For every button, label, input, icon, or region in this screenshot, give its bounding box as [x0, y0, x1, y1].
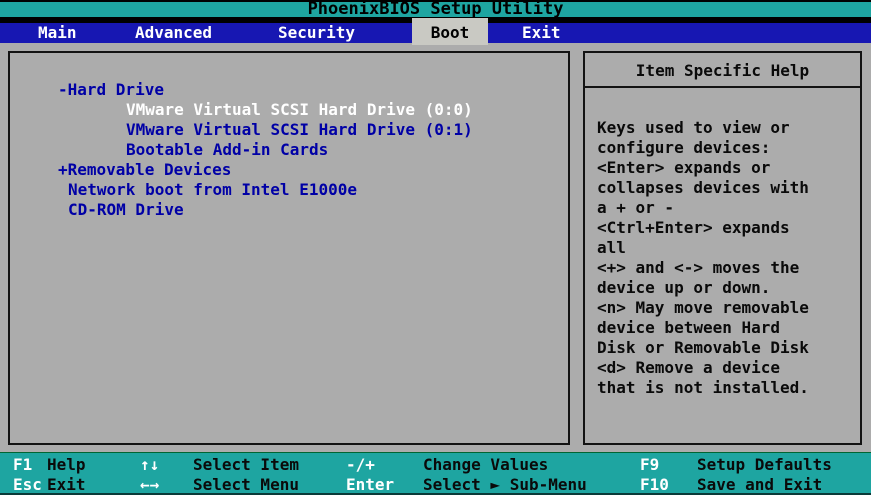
tab-advanced[interactable]: Advanced	[135, 23, 212, 43]
help-line: Disk or Removable Disk	[597, 338, 809, 357]
key-enter-desc: Select ► Sub-Menu	[423, 475, 587, 494]
boot-item-removable-devices[interactable]: +Removable Devices	[10, 160, 568, 180]
help-line: device up or down.	[597, 278, 771, 297]
boot-item-vmware-scsi-0-1[interactable]: VMware Virtual SCSI Hard Drive (0:1)	[10, 120, 568, 140]
key-minus-plus: -/+	[346, 455, 375, 474]
help-line: <Ctrl+Enter> expands	[597, 218, 790, 237]
help-line: configure devices:	[597, 138, 771, 157]
help-line: collapses devices with	[597, 178, 809, 197]
tab-main[interactable]: Main	[38, 23, 77, 43]
legend-row-1: F1 Help ↑↓ Select Item -/+ Change Values…	[0, 455, 871, 475]
key-esc-desc: Exit	[47, 475, 86, 494]
help-title: Item Specific Help	[585, 53, 860, 88]
help-line: <Enter> expands or	[597, 158, 771, 177]
help-line: a + or -	[597, 198, 675, 217]
key-legend-bar: F1 Help ↑↓ Select Item -/+ Change Values…	[0, 452, 871, 495]
help-body: Keys used to view or configure devices: …	[585, 88, 860, 398]
key-up-down-icon: ↑↓	[140, 455, 160, 474]
help-panel: Item Specific Help Keys used to view or …	[583, 51, 862, 445]
help-line: device between Hard	[597, 318, 781, 337]
key-f9: F9	[640, 455, 660, 474]
boot-item-network-boot[interactable]: Network boot from Intel E1000e	[10, 180, 568, 200]
help-line: that is not installed.	[597, 378, 809, 397]
key-minus-plus-desc: Change Values	[423, 455, 549, 474]
key-esc: Esc	[13, 475, 42, 494]
bios-title: PhoenixBIOS Setup Utility	[0, 1, 871, 18]
help-line: all	[597, 238, 626, 257]
tab-exit[interactable]: Exit	[522, 23, 561, 43]
key-enter: Enter	[346, 475, 395, 494]
key-left-right-icon: ←→	[140, 475, 160, 494]
key-f10: F10	[640, 475, 669, 494]
help-line: <n> May move removable	[597, 298, 809, 317]
key-left-right-desc: Select Menu	[193, 475, 299, 494]
boot-item-bootable-addin-cards[interactable]: Bootable Add-in Cards	[10, 140, 568, 160]
legend-row-2: Esc Exit ←→ Select Menu Enter Select ► S…	[0, 475, 871, 495]
key-f10-desc: Save and Exit	[697, 475, 823, 494]
help-line: <d> Remove a device	[597, 358, 781, 377]
key-f1: F1	[13, 455, 33, 474]
boot-item-vmware-scsi-0-0[interactable]: VMware Virtual SCSI Hard Drive (0:0)	[10, 100, 568, 120]
boot-device-list: -Hard Drive VMware Virtual SCSI Hard Dri…	[8, 51, 570, 445]
key-f9-desc: Setup Defaults	[697, 455, 832, 474]
tab-security[interactable]: Security	[278, 23, 355, 43]
key-up-down-desc: Select Item	[193, 455, 299, 474]
tab-boot[interactable]: Boot	[412, 18, 488, 45]
key-f1-desc: Help	[47, 455, 86, 474]
help-line: Keys used to view or	[597, 118, 790, 137]
boot-item-hard-drive[interactable]: -Hard Drive	[10, 80, 568, 100]
boot-item-cdrom-drive[interactable]: CD-ROM Drive	[10, 200, 568, 220]
help-line: <+> and <-> moves the	[597, 258, 800, 277]
